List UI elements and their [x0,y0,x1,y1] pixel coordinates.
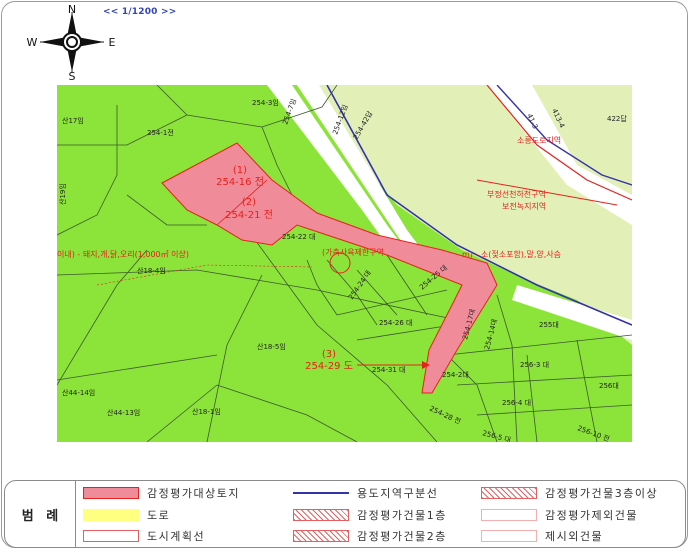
legend-label: 감정평가건물2층 [357,530,447,543]
lot-label: 254-1전 [147,128,174,137]
legend-label: 감정평가건물3층이상 [545,487,659,500]
lot-label: 255대 [539,321,559,329]
compass-south: S [69,70,76,82]
legend-label: 용도지역구분선 [357,487,439,500]
lot-label: 산19임 [58,183,67,205]
zone-label-conservation: 보전녹지지역 [502,201,546,211]
map-legend: 범 례 감정평가대상토지 용도지역구분선 감정평가건물3층이상 도로 감정평가건… [4,480,686,548]
legend-swatch [293,509,349,521]
legend-item-subject-land: 감정평가대상토지 [83,486,240,500]
annotation-left: 이내) - 돼지,개,닭,오리(1,000㎡ 이상) [57,249,189,259]
annotation-mid: (가축사육제한구역 [322,247,384,257]
lot-label: 256-4 대 [502,399,531,407]
lot-label: 254-26 대 [379,319,412,327]
legend-swatch [83,509,139,521]
lot-label: 254-3임 [252,99,279,107]
lot-label: 422답 [607,114,627,123]
lot-label: 산44-14임 [62,388,95,397]
lot-label: 254-31 대 [372,366,405,374]
lot-label: 산18-1임 [192,407,221,416]
zone-label-road: 소릉도로지역 [517,135,561,145]
legend-swatch [83,487,139,499]
legend-item-building-1f: 감정평가건물1층 [293,508,447,522]
legend-item-building-2f: 감정평가건물2층 [293,529,447,543]
lot-label: 256-3 대 [520,361,549,369]
legend-swatch [481,509,537,521]
lot-label: 산18-5임 [257,342,286,351]
legend-title: 범 례 [9,481,76,547]
parcel-1-number: 254-16 전 [216,176,264,188]
legend-item-presented-building: 제시외건물 [481,529,603,543]
parcel-2-label: (2) [242,197,256,208]
lot-label: 산44-13임 [107,408,140,417]
legend-item-zone-line: 용도지역구분선 [293,486,438,500]
legend-item-city-plan: 도시계획선 [83,529,205,543]
parcel-2-number: 254-21 전 [225,209,273,221]
legend-label: 도시계획선 [147,530,206,543]
compass-north: N [68,3,76,16]
lot-label: 산17임 [62,116,84,125]
cadastral-map[interactable]: (1) 254-16 전 (2) 254-21 전 (3) 254-29 도 이… [57,85,632,442]
legend-label: 감정평가제외건물 [545,509,638,522]
legend-label: 도로 [147,509,171,522]
legend-swatch [293,530,349,542]
legend-item-building-3f: 감정평가건물3층이상 [481,486,658,500]
compass-east: E [109,36,116,49]
legend-label: 감정평가대상토지 [147,487,240,500]
parcel-1-label: (1) [233,165,247,176]
legend-item-excluded-building: 감정평가제외건물 [481,508,638,522]
zone-label-river: 부정선천하천구역 [487,189,546,199]
parcel-3-number: 254-29 도 [305,361,353,372]
lot-label: 254-2대 [442,371,469,379]
legend-swatch [83,530,139,542]
legend-swatch [293,492,349,494]
legend-label: 감정평가건물1층 [357,509,447,522]
legend-item-road: 도로 [83,508,170,522]
legend-swatch [481,487,537,499]
lot-label: 256대 [599,382,619,390]
legend-swatch [481,530,537,542]
parcel-3-label: (3) [322,349,336,360]
scale-control[interactable]: << 1/1200 >> [103,7,176,17]
lot-label: 254-22 대 [282,233,315,241]
legend-label: 제시외건물 [545,530,604,543]
lot-label: 산18-4임 [137,266,166,275]
annotation-right: m) - 소(젖소포함),말,양,사슴 [462,249,561,259]
compass-west: W [27,36,38,49]
